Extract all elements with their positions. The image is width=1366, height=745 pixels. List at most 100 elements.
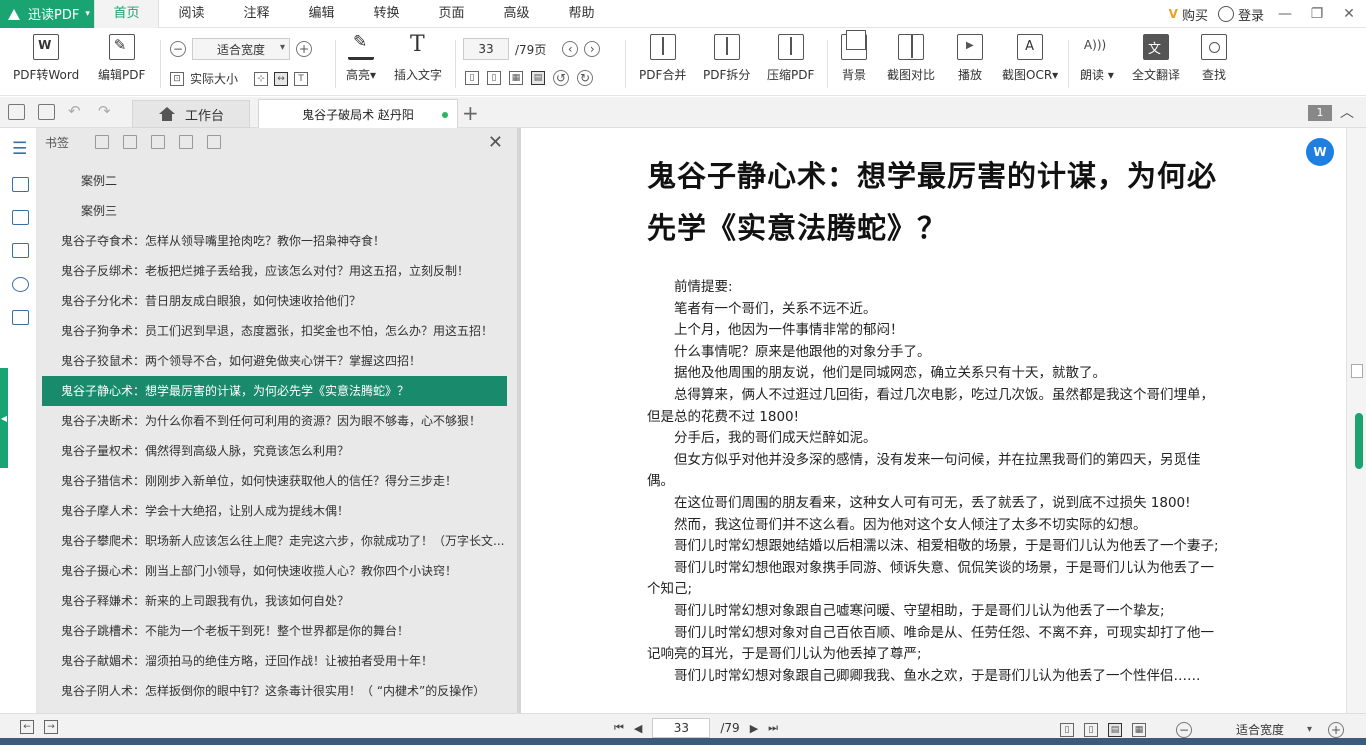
actual-size-icon[interactable]: ⊡	[170, 71, 184, 86]
actual-size-label[interactable]: 实际大小	[190, 70, 238, 87]
redo-icon[interactable]: ↷	[98, 104, 115, 120]
expand-all-icon[interactable]	[95, 135, 110, 149]
rotate-left-icon[interactable]: ↺	[553, 70, 569, 86]
bookmark-item[interactable]: 鬼谷子猎信术：刚刚步入新单位，如何快速获取他人的信任？得分三步走！	[42, 466, 507, 496]
grid-view-icon[interactable]: ▦	[1132, 723, 1146, 737]
delete-bookmark-icon[interactable]	[207, 135, 222, 149]
single-page-icon[interactable]: ▯	[465, 71, 479, 85]
last-page-icon[interactable]: ⏭	[768, 721, 778, 735]
bookmark-item[interactable]: 案例三	[42, 196, 507, 226]
fit-page-icon[interactable]: ⊹	[254, 71, 269, 86]
screenshot-compare-button[interactable]: 截图对比	[887, 34, 935, 83]
zoom-select[interactable]: 适合宽度	[1202, 720, 1318, 740]
bookmark-item-selected[interactable]: 鬼谷子静心术：想学最厉害的计谋，为何必先学《实意法腾蛇》？	[42, 376, 507, 406]
app-menu-button[interactable]: 迅读PDF ▾	[0, 0, 94, 28]
undo-icon[interactable]: ↶	[68, 104, 85, 120]
bookmark-item[interactable]: 鬼谷子狡鼠术：两个领导不合，如何避免做夹心饼干？掌握这四招！	[42, 346, 507, 376]
forward-icon[interactable]: →	[44, 720, 58, 734]
vertical-scrollbar[interactable]	[1346, 128, 1366, 713]
pdf-to-word-button[interactable]: PDF转Word	[13, 34, 79, 83]
compress-pdf-button[interactable]: 压缩PDF	[767, 34, 814, 83]
scroll-thumb[interactable]	[1351, 364, 1363, 378]
collapse-all-icon[interactable]	[123, 135, 138, 149]
scroll-position-indicator[interactable]	[1355, 413, 1363, 469]
thumbnails-icon[interactable]	[12, 177, 29, 192]
comments-icon[interactable]	[12, 210, 29, 225]
page-input[interactable]: 33	[463, 38, 509, 60]
grid-page-icon[interactable]: ▦	[509, 71, 523, 85]
menu-convert[interactable]: 转换	[354, 0, 419, 28]
fit-width-icon[interactable]: ↔	[274, 71, 289, 86]
collapse-ribbon-icon[interactable]: ︿	[1340, 102, 1354, 122]
bookmark-item[interactable]: 鬼谷子释嫌术：新来的上司跟我有仇，我该如何自处？	[42, 586, 507, 616]
next-page-icon[interactable]: ›	[584, 41, 601, 57]
full-translate-button[interactable]: 全文翻译	[1132, 34, 1180, 83]
zoom-out-icon[interactable]: −	[1176, 722, 1192, 738]
expand-panel-handle[interactable]: ◀	[0, 368, 8, 468]
bookmark-item[interactable]: 鬼谷子反绑术：老板把烂摊子丢给我，应该怎么对付？用这五招，立刻反制！	[42, 256, 507, 286]
buy-button[interactable]: V 购买	[1169, 5, 1208, 24]
bookmark-item[interactable]: 鬼谷子献媚术：溜须拍马的绝佳方略，迂回作战！让被拍者受用十年！	[42, 646, 507, 676]
bookmark-item[interactable]: 鬼谷子夺食术：怎样从领导嘴里抢肉吃？教你一招枭神夺食！	[42, 226, 507, 256]
word-convert-float-icon[interactable]: W	[1306, 138, 1334, 166]
save-icon[interactable]	[38, 104, 55, 120]
bookmark-item[interactable]: 鬼谷子阴人术：怎样扳倒你的眼中钉？这条毒计很实用！（ “内楗术”的反操作）	[42, 676, 507, 706]
page-number-input[interactable]: 33	[652, 718, 711, 738]
add-sub-bookmark-icon[interactable]	[179, 135, 194, 149]
close-icon[interactable]: ✕	[1338, 6, 1360, 22]
single-page-view-icon[interactable]: ▯	[1060, 723, 1074, 737]
tab-workbench[interactable]: 工作台	[132, 100, 250, 128]
translate-panel-icon[interactable]	[12, 310, 29, 325]
minimize-icon[interactable]: —	[1274, 6, 1296, 22]
find-button[interactable]: 查找	[1201, 34, 1227, 83]
pdf-merge-button[interactable]: PDF合并	[639, 34, 686, 83]
rotate-right-icon[interactable]: ↻	[577, 70, 593, 86]
read-aloud-button[interactable]: 朗读 ▾	[1080, 34, 1114, 83]
menu-advanced[interactable]: 高级	[484, 0, 549, 28]
zoom-select[interactable]: 适合宽度	[192, 38, 290, 60]
bookmark-item[interactable]: 鬼谷子狗争术：员工们迟到早退，态度嚣张，扣奖金也不怕，怎么办？用这五招！	[42, 316, 507, 346]
double-page-icon[interactable]: ▯	[487, 71, 501, 85]
continuous-view-icon[interactable]: ▤	[1108, 723, 1122, 737]
first-page-icon[interactable]: ⏮	[614, 721, 624, 735]
zoom-out-icon[interactable]: −	[170, 41, 186, 57]
menu-home[interactable]: 首页	[94, 0, 159, 28]
zoom-in-icon[interactable]: +	[296, 41, 312, 57]
history-icon[interactable]	[12, 277, 29, 292]
menu-edit[interactable]: 编辑	[289, 0, 354, 28]
pdf-split-button[interactable]: PDF拆分	[703, 34, 750, 83]
prev-page-icon[interactable]: ◀	[634, 722, 642, 735]
bookmark-list-icon[interactable]	[12, 139, 29, 159]
add-tab-icon[interactable]: +	[462, 101, 479, 125]
menu-annotate[interactable]: 注释	[224, 0, 289, 28]
bookmark-item[interactable]: 鬼谷子跳槽术：不能为一个老板干到死！整个世界都是你的舞台！	[42, 616, 507, 646]
background-button[interactable]: 背景	[841, 30, 867, 83]
bookmark-item[interactable]: 案例二	[42, 166, 507, 196]
double-page-view-icon[interactable]: ▯	[1084, 723, 1098, 737]
next-page-icon[interactable]: ▶	[750, 722, 758, 735]
menu-read[interactable]: 阅读	[159, 0, 224, 28]
prev-page-icon[interactable]: ‹	[562, 41, 579, 57]
print-icon[interactable]	[8, 104, 25, 120]
menu-page[interactable]: 页面	[419, 0, 484, 28]
back-icon[interactable]: ←	[20, 720, 34, 734]
continuous-page-icon[interactable]: ▤	[531, 71, 545, 85]
attachments-icon[interactable]	[12, 243, 29, 258]
bookmark-item[interactable]: 鬼谷子攀爬术：职场新人应该怎么往上爬？走完这六步，你就成功了！（万字长文...	[42, 526, 507, 556]
document-view[interactable]: 鬼谷子静心术：想学最厉害的计谋，为何必先学《实意法腾蛇》？ 前情提要: 笔者有一…	[525, 128, 1346, 713]
play-button[interactable]: 播放	[957, 34, 983, 83]
tab-document[interactable]: 鬼谷子破局术 赵丹阳	[258, 99, 458, 128]
login-button[interactable]: 登录	[1217, 5, 1264, 24]
insert-text-button[interactable]: 插入文字	[394, 32, 442, 83]
close-panel-icon[interactable]: ✕	[488, 132, 503, 153]
highlight-button[interactable]: 高亮▾	[346, 32, 376, 83]
screenshot-ocr-button[interactable]: 截图OCR▾	[1002, 34, 1058, 83]
text-select-icon[interactable]: T	[294, 71, 309, 86]
bookmark-item[interactable]: 鬼谷子决断术：为什么你看不到任何可利用的资源？因为眼不够毒，心不够狠！	[42, 406, 507, 436]
add-bookmark-icon[interactable]	[151, 135, 166, 149]
bookmark-item[interactable]: 鬼谷子分化术：昔日朋友成白眼狼，如何快速收拾他们？	[42, 286, 507, 316]
bookmark-item[interactable]: 鬼谷子量权术：偶然得到高级人脉，究竟该怎么利用？	[42, 436, 507, 466]
restore-icon[interactable]: ❐	[1306, 6, 1328, 22]
zoom-in-icon[interactable]: +	[1328, 722, 1344, 738]
bookmark-item[interactable]: 鬼谷子摩人术：学会十大绝招，让别人成为提线木偶！	[42, 496, 507, 526]
